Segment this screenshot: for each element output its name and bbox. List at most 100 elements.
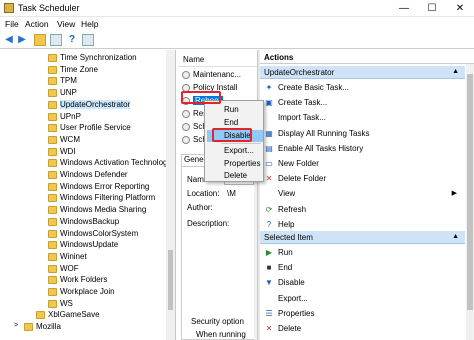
maximize-button[interactable]: ☐ [418, 0, 446, 17]
help-icon: ? [266, 219, 272, 229]
action-label: Import Task... [278, 113, 326, 123]
running-tasks-icon: ▦ [265, 128, 273, 138]
tree-item[interactable]: Windows Activation Technologi [0, 158, 170, 169]
action-label: End [278, 263, 293, 273]
tree-item-label: Windows Defender [60, 170, 128, 179]
name-column-header[interactable]: Name [178, 55, 257, 67]
folder-icon [48, 112, 57, 121]
refresh-icon: ⟳ [265, 204, 273, 214]
folder-icon [48, 288, 57, 296]
action-item[interactable]: ▣ Create Task... [260, 96, 465, 109]
action-item[interactable]: View ▶ [260, 187, 465, 200]
section-selected-item[interactable]: Selected Item ▲ [260, 231, 465, 244]
tree-item[interactable]: Time Synchronization [0, 53, 170, 64]
action-item[interactable]: ✕ Delete Folder [260, 172, 465, 185]
tree-item[interactable]: Wininet [0, 252, 170, 263]
tree-item[interactable]: Windows Filtering Platform [0, 193, 170, 204]
disable-icon: ▼ [265, 278, 273, 288]
folder-icon [48, 194, 57, 203]
action-item[interactable]: Import Task... [260, 111, 465, 124]
action-item[interactable]: Export... [260, 292, 465, 305]
folder-icon [48, 252, 57, 261]
minimize-button[interactable]: — [390, 0, 418, 17]
tree-item[interactable]: User Profile Service [0, 123, 170, 134]
tree-item-label: WindowsUpdate [60, 240, 119, 250]
tree-item-label: Workplace Join [60, 287, 115, 296]
action-label: View [278, 189, 296, 199]
actions-scroll-thumb[interactable] [467, 74, 473, 310]
tree-item[interactable]: WS [0, 299, 170, 310]
tree-scroll-thumb[interactable] [168, 250, 173, 310]
folder-icon [48, 100, 57, 109]
tree-item[interactable]: Mozilla > [0, 322, 170, 333]
folder-icon [48, 159, 57, 168]
tree-item[interactable]: Windows Defender [0, 170, 170, 181]
show-hide-action-pane-icon[interactable] [82, 34, 94, 46]
tree-item-label: WOF [60, 263, 79, 273]
collapse-caret-icon[interactable]: ▲ [452, 233, 459, 240]
context-properties[interactable]: Properties [207, 158, 263, 170]
tree-item-label: Wininet [60, 251, 87, 261]
action-item[interactable]: ? Help [260, 218, 465, 231]
folder-up-icon[interactable] [34, 34, 46, 46]
action-item[interactable]: ■ End [260, 261, 465, 274]
tree-item[interactable]: Work Folders [0, 275, 170, 286]
menu-action[interactable]: Action [25, 19, 49, 29]
tree-item[interactable]: WCM [0, 135, 170, 146]
action-label: Disable [278, 278, 305, 288]
action-item[interactable]: ✦ Create Basic Task... [260, 81, 465, 94]
expand-arrow-icon[interactable]: > [14, 322, 18, 329]
context-export[interactable]: Export... [207, 145, 263, 157]
menu-help[interactable]: Help [81, 19, 98, 29]
collapse-caret-icon[interactable]: ▲ [452, 68, 459, 75]
delete-icon: ✕ [265, 324, 273, 333]
tree-item[interactable]: Windows Media Sharing [0, 205, 170, 216]
menu-view[interactable]: View [57, 19, 75, 29]
context-run[interactable]: Run [207, 104, 263, 116]
action-item[interactable]: ▭ New Folder [260, 157, 465, 170]
tree-item-label: WCM [60, 134, 80, 144]
menu-file[interactable]: File [5, 19, 19, 29]
action-item[interactable]: ▼ Disable [260, 276, 465, 289]
tree-item[interactable]: TPM [0, 76, 170, 87]
tree-item[interactable]: WOF [0, 264, 170, 275]
back-arrow-icon[interactable]: ◀ [3, 34, 15, 46]
tree-item[interactable]: UNP [0, 88, 170, 99]
folder-icon [48, 276, 57, 285]
actions-scrollbar[interactable] [466, 64, 474, 340]
tree-item[interactable]: WindowsBackup [0, 217, 170, 228]
tree-item[interactable]: Time Zone [0, 65, 170, 76]
help-icon[interactable]: ? [66, 34, 78, 46]
action-item[interactable]: ▶ Run [260, 246, 465, 259]
tree-item[interactable]: WindowsColorSystem [0, 229, 170, 240]
action-label: New Folder [278, 159, 319, 168]
tree-item[interactable]: XblGameSave [0, 310, 170, 321]
forward-arrow-icon[interactable]: ▶ [16, 34, 28, 46]
context-delete[interactable]: Delete [207, 170, 263, 182]
show-hide-tree-icon[interactable] [50, 34, 62, 46]
task-row[interactable]: Maintenanc... [178, 70, 257, 81]
blank-icon [264, 294, 274, 303]
tree-scrollbar[interactable] [166, 50, 175, 340]
tree-item[interactable]: Windows Error Reporting [0, 182, 170, 193]
action-item[interactable]: ▦ Display All Running Tasks [260, 127, 465, 140]
task-scheduler-icon [4, 3, 14, 13]
close-button[interactable]: ✕ [446, 0, 474, 17]
action-item[interactable]: ✕ Delete [260, 322, 465, 335]
action-item[interactable]: ☰ Properties [260, 307, 465, 320]
folder-icon [48, 264, 57, 273]
tree-item[interactable]: UPnP [0, 112, 170, 123]
blank-icon [264, 189, 274, 198]
tree-item-label: User Profile Service [60, 123, 131, 133]
menu-bar: File Action View Help [0, 17, 474, 31]
section-updateorchestrator[interactable]: UpdateOrchestrator ▲ [260, 66, 465, 79]
action-item[interactable]: ▤ Enable All Tasks History [260, 142, 465, 155]
tree-item[interactable]: WDI [0, 147, 170, 158]
action-item[interactable]: ⟳ Refresh [260, 203, 465, 216]
folder-icon [24, 323, 33, 332]
tree-item[interactable]: WindowsUpdate [0, 240, 170, 251]
tree-item[interactable]: Workplace Join [0, 287, 170, 298]
task-name: Maintenanc... [193, 70, 242, 79]
tree-item[interactable]: UpdateOrchestrator [0, 99, 170, 111]
folder-icon [48, 229, 57, 238]
